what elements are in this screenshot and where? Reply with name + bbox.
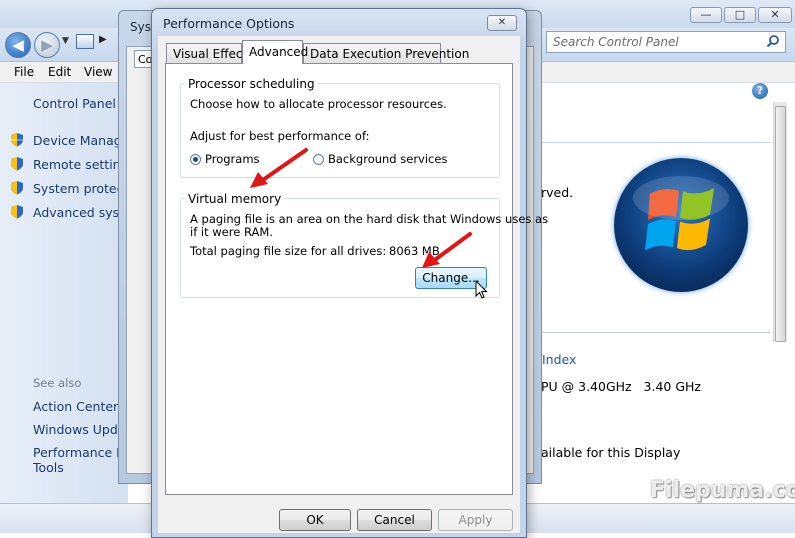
dialog-title: Performance Options (163, 16, 295, 31)
processor-scheduling-label: Processor scheduling (185, 77, 318, 91)
windows-experience-index-link[interactable]: Index (542, 352, 576, 367)
virtual-memory-description: A paging file is an area on the hard dis… (190, 212, 549, 226)
windows-logo (614, 158, 748, 292)
divider (540, 332, 770, 333)
back-button[interactable]: ◀ (5, 32, 31, 58)
virtual-memory-description-cont: if it were RAM. (190, 225, 273, 239)
recent-pages-dropdown-icon[interactable]: ▼ (62, 36, 74, 48)
shield-icon (11, 133, 23, 147)
menu-edit[interactable]: Edit (48, 65, 71, 79)
sidebar-performance-tools[interactable]: Tools (33, 460, 119, 475)
help-icon[interactable]: ? (752, 83, 768, 99)
mouse-cursor-icon (475, 280, 488, 299)
tab-advanced[interactable]: Advanced (242, 40, 308, 64)
tab-visual-effects[interactable]: Visual Effects (166, 43, 253, 63)
back-arrow-icon: ◀ (12, 36, 24, 54)
menu-file[interactable]: File (14, 65, 34, 79)
shield-icon (11, 181, 23, 195)
forward-arrow-icon: ▶ (41, 36, 53, 54)
maximize-button[interactable]: □ (724, 7, 756, 23)
sidebar-advanced-system-settings[interactable]: Advanced system (33, 205, 121, 220)
sidebar-remote-settings[interactable]: Remote settings (33, 157, 121, 172)
shield-icon (11, 205, 23, 219)
total-paging-value: 8063 MB (389, 244, 440, 258)
see-also-heading: See also (33, 376, 82, 390)
programs-radio-label[interactable]: Programs (205, 152, 260, 166)
processor-scheduling-description: Choose how to allocate processor resourc… (190, 97, 447, 111)
adjust-for-label: Adjust for best performance of: (190, 129, 370, 143)
pen-touch-value: ailable for this Display (541, 445, 681, 460)
shield-icon (11, 157, 23, 171)
processor-value: PU @ 3.40GHz 3.40 GHz (541, 379, 701, 394)
apply-button[interactable]: Apply (438, 509, 513, 531)
programs-radio[interactable] (190, 154, 201, 165)
control-panel-icon (76, 34, 94, 49)
sidebar-windows-update[interactable]: Windows Updat (33, 422, 119, 437)
sidebar-device-manager[interactable]: Device Manager (33, 133, 121, 148)
search-icon[interactable] (766, 34, 780, 52)
copyright-text: rved. (541, 185, 574, 200)
scrollbar-thumb[interactable] (775, 106, 786, 342)
total-paging-label: Total paging file size for all drives: (190, 244, 387, 258)
sidebar-action-center[interactable]: Action Center (33, 399, 123, 414)
ok-button[interactable]: OK (279, 509, 351, 531)
cancel-button[interactable]: Cancel (357, 509, 432, 531)
search-input[interactable]: Search Control Panel (546, 31, 786, 53)
close-button[interactable]: ✕ (758, 7, 792, 23)
background-services-radio[interactable] (313, 154, 324, 165)
sidebar-performance-info[interactable]: Performance Info (33, 445, 119, 460)
divider (540, 142, 770, 143)
forward-button[interactable]: ▶ (34, 32, 60, 58)
menu-view[interactable]: View (84, 65, 112, 79)
virtual-memory-label: Virtual memory (185, 192, 285, 206)
background-services-radio-label[interactable]: Background services (328, 152, 447, 166)
breadcrumb-arrow-icon[interactable]: ▶ (99, 34, 107, 45)
tab-data-execution-prevention[interactable]: Data Execution Prevention (303, 43, 469, 63)
sidebar-control-panel-home[interactable]: Control Panel H (33, 96, 123, 111)
watermark: Filepuma.com (650, 478, 795, 503)
sidebar-system-protection[interactable]: System protection (33, 181, 121, 196)
close-button[interactable]: ✕ (487, 15, 517, 31)
minimize-button[interactable]: — (690, 7, 722, 23)
